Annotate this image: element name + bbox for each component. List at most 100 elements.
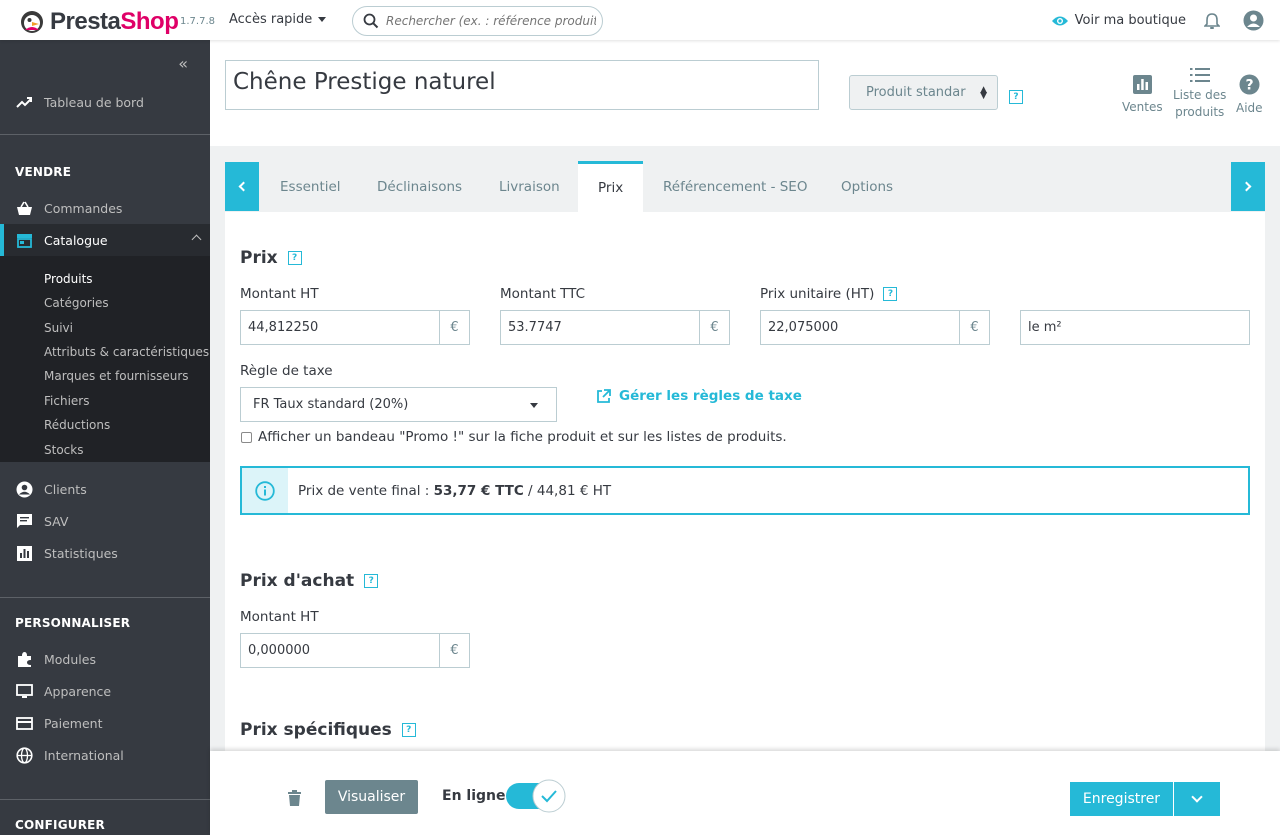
specific-prices-title: Prix spécifiques	[240, 720, 392, 740]
main-content: Chêne Prestige naturel Produit standar ▲…	[210, 40, 1280, 835]
select-arrows-icon: ▲ ▼	[980, 85, 987, 101]
manage-tax-rules-link[interactable]: Gérer les règles de taxe	[596, 388, 802, 404]
sidebar-item-stats[interactable]: Statistiques	[0, 537, 210, 569]
bar-chart-icon	[1132, 75, 1152, 94]
amount-ttc-group: 53.7747 €	[500, 310, 730, 345]
promo-checkbox[interactable]	[241, 431, 252, 443]
product-name-input[interactable]: Chêne Prestige naturel	[225, 60, 819, 110]
product-tabs: Essentiel Déclinaisons Livraison Prix Ré…	[225, 161, 1265, 212]
unit-price-label: Prix unitaire (HT)	[760, 286, 875, 302]
submenu-item-files[interactable]: Fichiers	[44, 394, 89, 408]
brand-name-presta: Presta	[50, 8, 121, 35]
tab-scroll-left[interactable]	[225, 162, 259, 211]
credit-card-icon	[16, 716, 33, 730]
sales-button[interactable]: Ventes	[1122, 75, 1163, 116]
price-section-title: Prix	[240, 248, 278, 268]
trash-icon[interactable]	[288, 790, 301, 806]
product-footer: Visualiser En ligne Enregistrer	[210, 751, 1280, 835]
tab-options[interactable]: Options	[841, 161, 893, 212]
help-icon[interactable]: ?	[883, 287, 898, 301]
pricing-panel: Prix ? Montant HT 44,812250 € Montant TT…	[225, 212, 1265, 772]
divider	[0, 134, 210, 135]
view-shop-link[interactable]: Voir ma boutique	[1051, 13, 1186, 28]
save-button[interactable]: Enregistrer	[1070, 782, 1173, 816]
sidebar-item-catalog[interactable]: Catalogue	[0, 224, 210, 256]
amount-ttc-input[interactable]: 53.7747	[501, 311, 699, 344]
help-icon[interactable]: ?	[1009, 90, 1023, 104]
submenu-item-products[interactable]: Produits	[44, 272, 93, 286]
submenu-item-stocks[interactable]: Stocks	[44, 443, 83, 457]
submenu-item-brands[interactable]: Marques et fournisseurs	[44, 369, 189, 383]
puffin-logo-icon	[21, 11, 43, 33]
amount-ttc-label: Montant TTC	[500, 286, 586, 302]
tab-pricing[interactable]: Prix	[578, 161, 644, 212]
search-box[interactable]	[352, 6, 603, 36]
unit-price-label-group: Prix unitaire (HT) ?	[760, 286, 898, 302]
tab-seo[interactable]: Référencement - SEO	[663, 161, 807, 212]
sidebar: « Tableau de bord VENDRE Commandes Catal…	[0, 40, 210, 835]
online-toggle[interactable]	[505, 779, 567, 813]
caret-down-icon	[530, 403, 538, 408]
basket-icon	[17, 201, 32, 215]
preview-button[interactable]: Visualiser	[325, 780, 418, 814]
sidebar-item-label: Paiement	[44, 715, 103, 731]
sidebar-item-label: Catalogue	[44, 232, 108, 248]
tax-rule-label: Règle de taxe	[240, 363, 333, 379]
submenu-item-attributes[interactable]: Attributs & caractéristiques	[44, 345, 209, 359]
purchase-amount-input[interactable]: 0,000000	[241, 634, 439, 667]
final-price-ht: / 44,81 € HT	[523, 482, 612, 499]
tab-scroll-right[interactable]	[1231, 162, 1265, 211]
section-configure: CONFIGURER	[15, 818, 105, 832]
unit-group: le m²	[1020, 310, 1250, 345]
sidebar-item-modules[interactable]: Modules	[0, 643, 210, 675]
currency-addon: €	[699, 311, 729, 344]
help-button[interactable]: ? Aide	[1236, 74, 1263, 117]
sidebar-item-appearance[interactable]: Apparence	[0, 675, 210, 707]
tab-combinations[interactable]: Déclinaisons	[377, 161, 462, 212]
bell-icon[interactable]	[1204, 12, 1220, 30]
sidebar-item-customers[interactable]: Clients	[0, 473, 210, 505]
sidebar-item-label: Commandes	[44, 200, 123, 216]
submenu-item-discounts[interactable]: Réductions	[44, 418, 110, 432]
sidebar-item-orders[interactable]: Commandes	[0, 192, 210, 224]
submenu-item-categories[interactable]: Catégories	[44, 296, 109, 310]
account-circle-icon	[16, 481, 33, 497]
promo-checkbox-row[interactable]: Afficher un bandeau "Promo !" sur la fic…	[241, 429, 787, 445]
prestashop-logo[interactable]: PrestaShop	[20, 8, 179, 36]
help-icon[interactable]: ?	[364, 574, 379, 588]
search-icon[interactable]	[363, 13, 379, 29]
product-list-button[interactable]: Liste des produits	[1173, 67, 1226, 121]
sales-label: Ventes	[1122, 100, 1163, 114]
sidebar-item-sav[interactable]: SAV	[0, 505, 210, 537]
final-price-prefix: Prix de vente final :	[298, 482, 434, 499]
unit-input[interactable]: le m²	[1021, 311, 1249, 344]
quick-access-label: Accès rapide	[229, 12, 313, 27]
catalog-submenu: Produits Catégories Suivi Attributs & ca…	[0, 256, 210, 462]
unit-price-input[interactable]: 22,075000	[761, 311, 959, 344]
chevron-up-icon	[191, 234, 202, 245]
tab-essentials[interactable]: Essentiel	[280, 161, 341, 212]
sidebar-item-label: Tableau de bord	[44, 94, 144, 110]
help-icon[interactable]: ?	[401, 723, 416, 737]
sidebar-item-dashboard[interactable]: Tableau de bord	[0, 86, 210, 118]
currency-addon: €	[439, 634, 469, 667]
amount-ht-input[interactable]: 44,812250	[241, 311, 439, 344]
help-icon[interactable]: ?	[287, 251, 302, 265]
submenu-item-tracking[interactable]: Suivi	[44, 321, 73, 335]
purchase-amount-group: 0,000000 €	[240, 633, 470, 668]
collapse-sidebar-icon[interactable]: «	[178, 54, 188, 73]
user-avatar-icon[interactable]	[1243, 10, 1264, 31]
page-toolbar: Chêne Prestige naturel Produit standar ▲…	[210, 40, 1280, 146]
product-type-select[interactable]: Produit standar ▲ ▼	[849, 75, 998, 110]
search-input[interactable]	[386, 14, 596, 28]
sidebar-item-international[interactable]: International	[0, 739, 210, 771]
sidebar-item-label: SAV	[44, 513, 69, 529]
save-options-dropdown[interactable]	[1174, 782, 1220, 816]
trending-up-icon	[16, 96, 32, 108]
sidebar-item-payment[interactable]: Paiement	[0, 707, 210, 739]
tab-shipping[interactable]: Livraison	[499, 161, 560, 212]
quick-access-dropdown[interactable]: Accès rapide	[229, 12, 327, 27]
globe-icon	[16, 746, 33, 764]
section-sell: VENDRE	[15, 165, 72, 179]
tax-rule-select[interactable]: FR Taux standard (20%)	[240, 387, 557, 422]
